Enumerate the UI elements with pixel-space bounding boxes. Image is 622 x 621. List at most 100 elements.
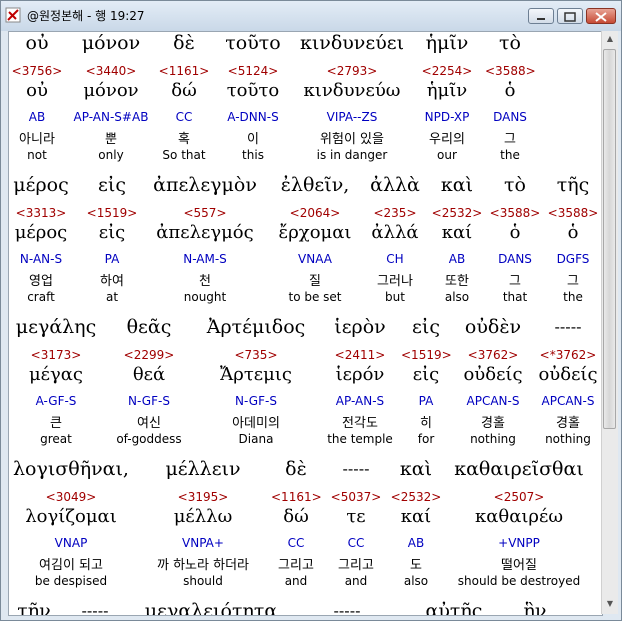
word-column[interactable]: τῆν — [9, 600, 59, 615]
strong-number[interactable]: <1519> — [81, 206, 143, 220]
parsing-code: N-GF-S — [235, 394, 277, 408]
app-icon[interactable] — [5, 7, 21, 23]
greek-word: τῆς — [556, 174, 590, 196]
word-column[interactable]: δὲ <1161> δώ CC 혹 So that — [157, 32, 211, 172]
word-column[interactable]: ἀλλὰ <235> ἀλλά CH 그러나 but — [365, 174, 425, 314]
minimize-button[interactable] — [528, 8, 554, 24]
word-column[interactable]: ἣν — [515, 600, 555, 615]
korean-gloss: 그리고 — [278, 558, 314, 573]
vertical-scrollbar[interactable]: ▲ ▼ — [601, 31, 618, 614]
strong-number[interactable]: <1161> — [157, 64, 211, 78]
word-column[interactable]: ----- <5037> τε CC 그리고 and — [329, 458, 383, 598]
strong-number[interactable]: <2299> — [109, 348, 189, 362]
greek-word: μέλλειν — [165, 458, 241, 480]
strong-number[interactable]: <3313> — [9, 206, 73, 220]
word-column[interactable]: ----- — [319, 600, 375, 615]
strong-number[interactable]: <*3762> — [535, 348, 601, 362]
english-gloss: great — [40, 432, 72, 446]
greek-word: ἱερὸν — [334, 316, 386, 338]
parsing-code: CC — [287, 536, 305, 550]
strong-number[interactable]: <3195> — [147, 490, 259, 504]
strong-number[interactable]: <2793> — [295, 64, 409, 78]
word-column[interactable]: μεγάλης <3173> μέγας A-GF-S 큰 great — [9, 316, 103, 456]
parsing-code: +VNPP — [498, 536, 540, 550]
word-column[interactable]: ἱερὸν <2411> ἱερόν AP-AN-S 전각도 the templ… — [323, 316, 397, 456]
strong-number[interactable]: <5037> — [329, 490, 383, 504]
word-column[interactable]: τὸ <3588> ὁ DANS 그 the — [485, 32, 536, 172]
scroll-up-icon[interactable]: ▲ — [603, 32, 617, 46]
word-column[interactable]: καὶ <2532> καί AB 도 also — [389, 458, 443, 598]
korean-gloss: 까 하노라 하더라 — [157, 558, 249, 573]
word-column[interactable]: μεγαλειότητα — [131, 600, 291, 615]
word-column[interactable]: δὲ <1161> δώ CC 그리고 and — [271, 458, 322, 598]
word-column[interactable]: ἀπελεγμὸν <557> ἀπελεγμός N-AM-S 천 nough… — [145, 174, 265, 314]
strong-number[interactable]: <557> — [145, 206, 265, 220]
strong-number[interactable]: <3762> — [457, 348, 529, 362]
word-column[interactable]: κινδυνεύει <2793> κινδυνεύω VIPA--ZS 위험이… — [295, 32, 409, 172]
word-column[interactable]: λογισθῆναι, <3049> λογίζομαι VNAP 여김이 되고… — [9, 458, 133, 598]
parsing-code: DGFS — [556, 252, 590, 266]
maximize-button[interactable] — [557, 8, 583, 24]
word-column[interactable]: μόνον <3440> μόνον AP-AN-S#AB 뿐 only — [69, 32, 153, 172]
english-gloss: at — [105, 290, 119, 304]
word-column[interactable]: αὐτῆς — [419, 600, 489, 615]
interlinear-text-area[interactable]: οὐ <3756> οὐ AB 아니라 not μόνον <3440> μόν… — [8, 31, 603, 616]
strong-number[interactable]: <3049> — [9, 490, 133, 504]
strong-number[interactable]: <3588> — [489, 206, 541, 220]
strong-number[interactable]: <2064> — [267, 206, 363, 220]
parsing-code: A-DNN-S — [227, 110, 279, 124]
strong-number[interactable]: <2507> — [449, 490, 589, 504]
word-column[interactable]: καθαιρεῖσθαι <2507> καθαιρέω +VNPP 떨어질 s… — [449, 458, 589, 598]
close-button[interactable] — [586, 8, 616, 24]
strong-number[interactable]: <2532> — [389, 490, 443, 504]
word-column[interactable]: θεᾶς <2299> θεά N-GF-S 여신 of-goddess — [109, 316, 189, 456]
lemma: ἔρχομαι — [278, 222, 352, 243]
strong-number[interactable]: <1161> — [271, 490, 322, 504]
parsing-code: CH — [386, 252, 404, 266]
strong-number[interactable]: <235> — [365, 206, 425, 220]
strong-number[interactable]: <5124> — [213, 64, 293, 78]
word-column[interactable]: τοῦτο <5124> τοῦτο A-DNN-S 이 this — [213, 32, 293, 172]
lemma: ἡμῖν — [426, 80, 468, 101]
word-column[interactable]: ----- <*3762> οὐδείς APCAN-S 경홀 nothing — [535, 316, 601, 456]
lemma: οὐδείς — [538, 364, 598, 385]
strong-number[interactable]: <2532> — [429, 206, 485, 220]
word-column[interactable]: μέλλειν <3195> μέλλω VNPA+ 까 하노라 하더라 sho… — [147, 458, 259, 598]
korean-gloss: 도 — [410, 558, 422, 573]
word-column[interactable]: καὶ <2532> καί AB 또한 also — [429, 174, 485, 314]
word-column[interactable]: τῆς <3588> ὁ DGFS 그 the — [545, 174, 601, 314]
strong-number[interactable]: <3588> — [545, 206, 601, 220]
korean-gloss: 혹 — [178, 132, 190, 147]
word-column[interactable]: ----- — [67, 600, 123, 615]
strong-number[interactable]: <1519> — [401, 348, 452, 362]
strong-number[interactable]: <3756> — [9, 64, 65, 78]
greek-word: ἐλθεῖν, — [280, 174, 350, 196]
strong-number[interactable]: <3588> — [485, 64, 536, 78]
strong-number[interactable]: <2254> — [413, 64, 481, 78]
greek-word: καθαιρεῖσθαι — [454, 458, 584, 480]
strong-number[interactable]: <735> — [191, 348, 321, 362]
english-gloss: should be destroyed — [457, 574, 581, 588]
word-column[interactable]: οὐ <3756> οὐ AB 아니라 not — [9, 32, 65, 172]
english-gloss: So that — [162, 148, 206, 162]
lemma: κινδυνεύω — [303, 80, 401, 101]
word-column[interactable]: τὸ <3588> ὁ DANS 그 that — [489, 174, 541, 314]
strong-number[interactable]: <2411> — [323, 348, 397, 362]
word-column[interactable]: εἰς <1519> εἰς PA 히 for — [401, 316, 452, 456]
word-column[interactable]: Ἀρτέμιδος <735> Ἄρτεμις N-GF-S 아데미의 Dian… — [191, 316, 321, 456]
strong-number[interactable]: <3173> — [9, 348, 103, 362]
word-column[interactable]: ἡμῖν <2254> ἡμῖν NPD-XP 우리의 our — [413, 32, 481, 172]
word-column[interactable]: μέρος <3313> μέρος N-AN-S 영업 craft — [9, 174, 73, 314]
lemma: καί — [441, 222, 473, 243]
korean-gloss: 경홀 — [556, 416, 580, 431]
title-bar[interactable]: @원정본해 - 행 19:27 — [1, 1, 621, 31]
lemma: εἰς — [412, 364, 440, 385]
word-column[interactable]: ἐλθεῖν, <2064> ἔρχομαι VNAA 질 to be set — [267, 174, 363, 314]
word-column[interactable]: εἰς <1519> εἰς PA 하여 at — [81, 174, 143, 314]
lemma: δώ — [171, 80, 197, 101]
word-column[interactable]: οὐδὲν <3762> οὐδείς APCAN-S 경홀 nothing — [457, 316, 529, 456]
strong-number[interactable]: <3440> — [69, 64, 153, 78]
scroll-down-icon[interactable]: ▼ — [603, 597, 617, 611]
scrollbar-thumb[interactable] — [603, 49, 616, 429]
english-gloss: not — [27, 148, 47, 162]
